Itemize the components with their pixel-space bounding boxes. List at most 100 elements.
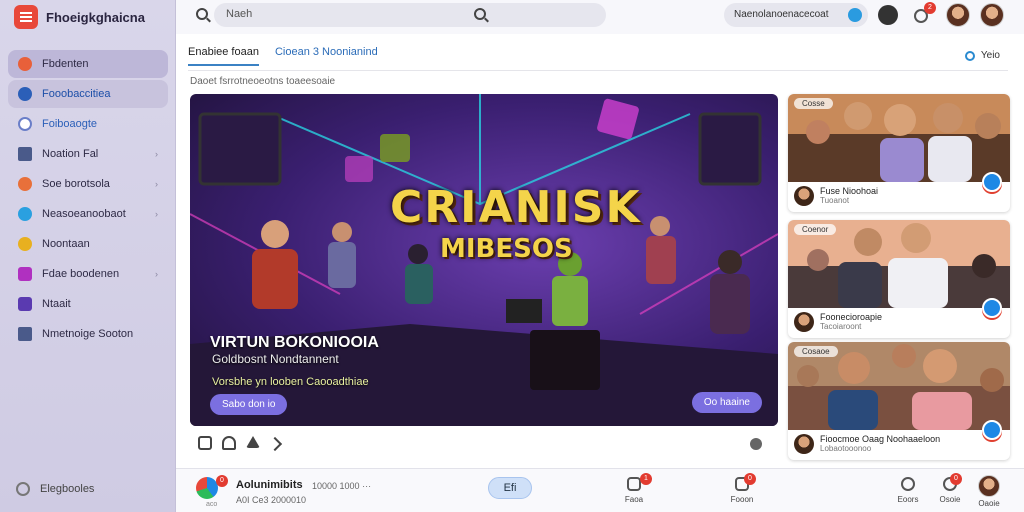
community-icon: [18, 207, 32, 221]
top-bar: Naeh Naenolanoenacecoat 2: [176, 0, 1024, 34]
search-placeholder: Naeh: [226, 8, 253, 20]
more-icon[interactable]: [750, 438, 762, 450]
avatar-badge: 0: [216, 475, 228, 487]
chevron-right-icon: ›: [155, 179, 158, 189]
card-title: Fuse Nioohoai: [820, 186, 879, 196]
card-action-icon[interactable]: [982, 298, 1002, 318]
video-icon: [18, 267, 32, 281]
hero-description: Goldbosnt Nondtannent: [212, 352, 339, 366]
card-footer: Foonecioroapie Tacoiaroont: [788, 308, 1010, 338]
menu-logo-icon: [14, 5, 38, 29]
sidebar-item-label: Foiboaogte: [42, 118, 98, 130]
sidebar-item-0[interactable]: Fbdenten: [8, 50, 168, 78]
context-selector[interactable]: Naenolanoenacecoat: [724, 3, 868, 27]
profile-label: Oaoie: [978, 499, 1000, 508]
section-label: Daoet fsrrotneoeotns toaeesoaie: [190, 76, 336, 87]
sidebar-item-1[interactable]: Fooobaccitiea: [8, 80, 168, 108]
tab-0[interactable]: Enabiee foaan: [188, 46, 259, 66]
avatar[interactable]: [980, 3, 1004, 27]
hero-primary-button[interactable]: Sabo don io: [210, 394, 288, 415]
divider: [188, 70, 1008, 71]
music-icon: [18, 87, 32, 101]
search-icon[interactable]: [196, 8, 208, 20]
playlist-icon: [18, 117, 32, 131]
sidebar-item-label: Fbdenten: [42, 58, 89, 70]
nav-badge: 0: [950, 473, 962, 485]
sidebar-item-2[interactable]: Foiboaogte: [8, 110, 168, 138]
sidebar-item-9[interactable]: Nmetnoige Sooton: [8, 320, 168, 348]
profile-avatar[interactable]: [978, 475, 1000, 497]
sidebar-item-8[interactable]: Ntaait: [8, 290, 168, 318]
star-icon: [18, 237, 32, 251]
hero-subtitle: MIBESOS: [440, 234, 573, 264]
view-label: Yeio: [980, 50, 1000, 61]
bottom-nav-label: Osoie: [939, 495, 961, 504]
sidebar-item-5[interactable]: Neasoeanoobaot ›: [8, 200, 168, 228]
card-subtitle: Tacoiaroont: [820, 322, 862, 331]
chevron-right-icon: ›: [155, 269, 158, 279]
sidebar-item-label: Nmetnoige Sooton: [42, 328, 134, 340]
sidebar-item-label: Soe borotsola: [42, 178, 110, 190]
view-icon: [964, 50, 975, 61]
brand[interactable]: Fhoeigkghaicna: [0, 0, 175, 34]
chevron-right-icon: ›: [155, 149, 158, 159]
main-content: Enabiee foaan Cioean 3 Noonianind Yeio D…: [176, 34, 1024, 468]
settings-icon: [16, 482, 30, 496]
player-pill-button[interactable]: Efi: [488, 477, 532, 499]
sidebar-footer-label: Elegbooles: [40, 483, 95, 495]
notification-badge: 2: [924, 2, 936, 14]
sidebar-item-label: Neasoeanoobaot: [42, 208, 126, 220]
video-card[interactable]: Cosse Fuse Nioohoai Tuoanot: [788, 94, 1010, 212]
hero-secondary-button[interactable]: Oo haaine: [691, 392, 762, 413]
sidebar-item-label: Fdae boodenen: [42, 268, 120, 280]
more-icon[interactable]: ···: [362, 481, 371, 491]
card-subtitle: Lobaotooonoo: [820, 444, 872, 453]
share-icon[interactable]: [246, 436, 260, 448]
send-icon[interactable]: [267, 436, 283, 452]
video-card[interactable]: Cosaoe Fioocmoe Oaag Noohaaeloon Lobaoto…: [788, 342, 1010, 460]
card-footer: Fioocmoe Oaag Noohaaeloon Lobaotooonoo: [788, 430, 1010, 460]
search-icon: [474, 8, 486, 20]
bottom-nav-item-2[interactable]: Eoors: [888, 477, 928, 504]
view-toggle[interactable]: Yeio: [964, 50, 1000, 61]
search-icon: [901, 477, 915, 491]
radio-icon: [18, 177, 32, 191]
card-title: Foonecioroapie: [820, 312, 883, 322]
card-tag: Cosse: [794, 98, 833, 109]
calendar-icon: [18, 327, 32, 341]
card-action-icon[interactable]: [982, 420, 1002, 440]
sidebar-item-3[interactable]: Noation Fal ›: [8, 140, 168, 168]
play-icon[interactable]: [198, 436, 212, 450]
bottom-nav-label: Eoors: [897, 495, 919, 504]
sidebar-item-6[interactable]: Noontaan: [8, 230, 168, 258]
theme-toggle-icon[interactable]: [878, 5, 898, 25]
user-name: Aolunimibits: [236, 479, 303, 491]
avatar: [794, 312, 814, 332]
user-sub-label: aco: [206, 501, 218, 508]
sidebar-nav: Fbdenten Fooobaccitiea Foiboaogte Noatio…: [0, 48, 176, 350]
user-subtitle: A0I Ce3 2000010: [236, 495, 307, 505]
hero-caption: Vorsbhe yn looben Caooadthiae: [212, 376, 369, 388]
grid-icon: [18, 147, 32, 161]
sidebar-item-label: Noation Fal: [42, 148, 99, 160]
chevron-right-icon: ›: [155, 209, 158, 219]
avatar[interactable]: [946, 3, 970, 27]
like-icon[interactable]: [222, 436, 236, 450]
nav-badge: 1: [640, 473, 652, 485]
search-input[interactable]: Naeh: [214, 3, 606, 27]
card-tag: Cosaoe: [794, 346, 838, 357]
bottom-nav-item-1[interactable]: Fooon: [722, 477, 762, 504]
tab-1[interactable]: Cioean 3 Noonianind: [275, 46, 378, 66]
bottom-bar: 0 aco Aolunimibits 10000 1000 ··· A0I Ce…: [176, 468, 1024, 512]
sidebar-footer[interactable]: Elegbooles: [16, 482, 94, 496]
card-action-icon[interactable]: [982, 172, 1002, 192]
video-card[interactable]: Coenor Foonecioroapie Tacoiaroont: [788, 220, 1010, 338]
sidebar-item-4[interactable]: Soe borotsola ›: [8, 170, 168, 198]
sidebar-item-label: Ntaait: [42, 298, 71, 310]
hero-banner[interactable]: CRIANISK MIBESOS VIRTUN BOKONIOOIA Goldb…: [190, 94, 778, 426]
check-icon: [848, 8, 862, 22]
sidebar-item-7[interactable]: Fdae boodenen ›: [8, 260, 168, 288]
avatar: [794, 186, 814, 206]
avatar[interactable]: [196, 477, 218, 499]
card-tag: Coenor: [794, 224, 837, 235]
